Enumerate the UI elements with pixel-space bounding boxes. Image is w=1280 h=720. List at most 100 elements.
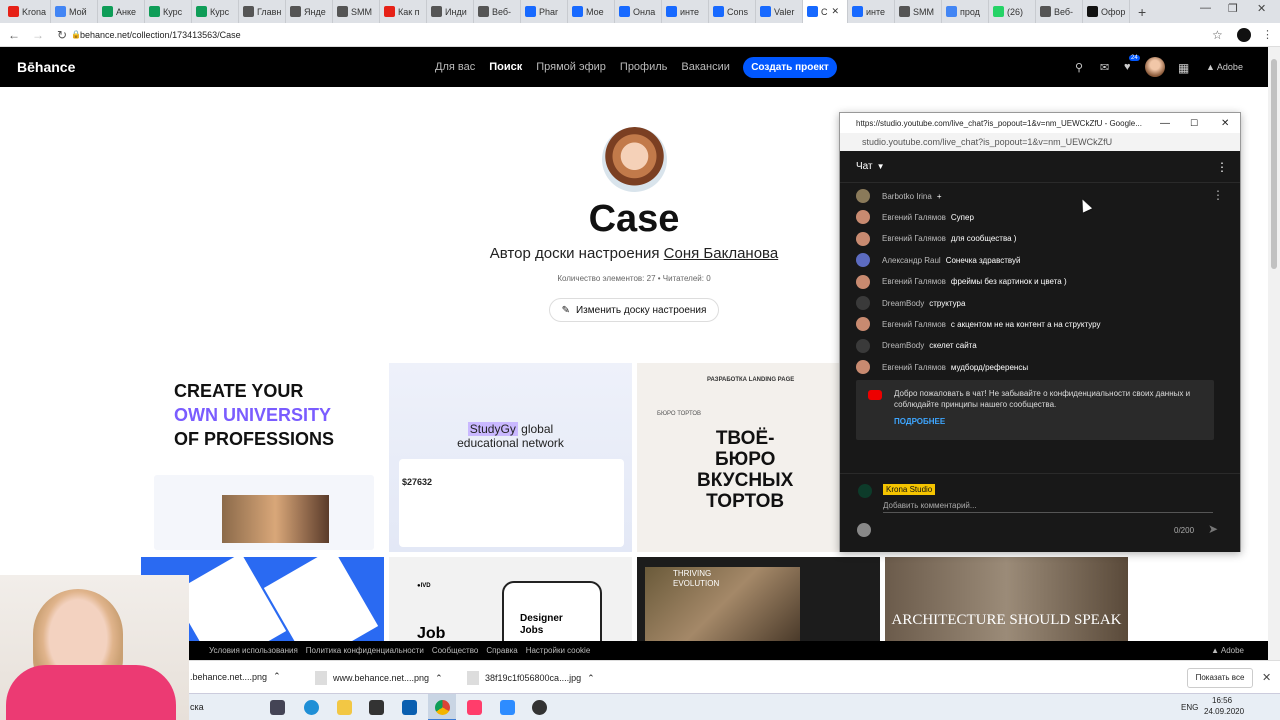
chat-author-name[interactable]: Евгений Галямов bbox=[882, 320, 946, 329]
chat-author-name[interactable]: Евгений Галямов bbox=[882, 213, 946, 222]
browser-tab[interactable]: Анке bbox=[98, 0, 145, 23]
chat-author-avatar[interactable] bbox=[856, 253, 870, 268]
nav-live[interactable]: Прямой эфир bbox=[536, 61, 606, 73]
close-tab-icon[interactable]: ✕ bbox=[832, 6, 840, 17]
chat-author-avatar[interactable] bbox=[856, 317, 870, 332]
nav-search[interactable]: Поиск bbox=[489, 61, 522, 73]
browser-tab[interactable]: SMM bbox=[895, 0, 942, 23]
nav-for-you[interactable]: Для вас bbox=[435, 61, 475, 73]
profile-icon[interactable] bbox=[1237, 27, 1251, 42]
restore-window-icon[interactable]: ❐ bbox=[1228, 2, 1238, 15]
store-icon[interactable] bbox=[369, 700, 384, 715]
browser-tab[interactable]: Krona bbox=[4, 0, 51, 23]
chat-author-name[interactable]: Barbotko Irina bbox=[882, 192, 932, 201]
chat-author-name[interactable]: Евгений Галямов bbox=[882, 234, 946, 243]
project-card-university[interactable]: CREATE YOUR OWN UNIVERSITY OF PROFESSION… bbox=[141, 363, 384, 552]
chat-message[interactable]: DreamBody скелет сайта bbox=[856, 338, 977, 353]
scrollbar-thumb[interactable] bbox=[1271, 59, 1277, 269]
show-all-downloads-button[interactable]: Показать все bbox=[1187, 668, 1253, 688]
nav-profile[interactable]: Профиль bbox=[620, 61, 668, 73]
chat-message[interactable]: Barbotko Irina + bbox=[856, 189, 941, 203]
bell-icon[interactable]: ♥ bbox=[1124, 61, 1131, 73]
mail-app-icon[interactable] bbox=[402, 700, 417, 715]
chat-mode-label[interactable]: Чат bbox=[856, 161, 873, 172]
browser-tab[interactable]: Главн bbox=[239, 0, 286, 23]
comment-input[interactable]: Добавить комментарий... bbox=[883, 501, 1213, 513]
browser-tab[interactable]: Офор bbox=[1083, 0, 1130, 23]
browser-tab[interactable]: Курс bbox=[145, 0, 192, 23]
explorer-icon[interactable] bbox=[337, 700, 352, 715]
browser-tab[interactable]: Инди bbox=[427, 0, 474, 23]
browser-tab[interactable]: Cons bbox=[709, 0, 756, 23]
apps-grid-icon[interactable]: ▦ bbox=[1178, 61, 1189, 75]
chat-message[interactable]: Евгений Галямов Супер bbox=[856, 210, 974, 225]
browser-tab[interactable]: C ✕ bbox=[803, 0, 848, 23]
chat-close-icon[interactable]: ✕ bbox=[1221, 118, 1229, 129]
language-indicator[interactable]: ENG bbox=[1181, 703, 1198, 712]
chat-message[interactable]: Евгений Галямов мудборд/референсы bbox=[856, 360, 1028, 375]
chat-author-name[interactable]: Александр Raul bbox=[882, 256, 941, 265]
browser-tab[interactable]: прод bbox=[942, 0, 989, 23]
project-card-cakes[interactable]: РАЗРАБОТКА LANDING PAGE БЮРО ТОРТОВ ТВОЁ… bbox=[637, 363, 839, 552]
chat-minimize-icon[interactable]: — bbox=[1160, 118, 1170, 129]
project-card-designer-jobs[interactable]: ●IVD Designer Jobs Job bbox=[389, 557, 632, 641]
footer-help[interactable]: Справка bbox=[486, 646, 517, 655]
browser-tab[interactable]: Веб- bbox=[474, 0, 521, 23]
browser-tab[interactable]: Мое bbox=[568, 0, 615, 23]
chrome-taskbar-button[interactable] bbox=[428, 694, 456, 720]
clock-date[interactable]: 24.09.2020 bbox=[1204, 707, 1244, 716]
adobe-link[interactable]: ▲ Adobe bbox=[1206, 62, 1243, 72]
browser-tab[interactable]: Phar bbox=[521, 0, 568, 23]
download-item[interactable]: 38f19c1f056800ca....jpg ⌃ bbox=[467, 671, 595, 685]
emoji-icon[interactable] bbox=[857, 523, 871, 537]
browser-tab[interactable]: Valer bbox=[756, 0, 803, 23]
chat-author-avatar[interactable] bbox=[856, 231, 870, 246]
chat-message[interactable]: Евгений Галямов фреймы без картинок и цве… bbox=[856, 274, 1067, 289]
chat-author-avatar[interactable] bbox=[856, 296, 870, 310]
footer-adobe[interactable]: ▲ Adobe bbox=[1211, 646, 1244, 655]
browser-tab[interactable]: Мой bbox=[51, 0, 98, 23]
footer-terms[interactable]: Условия использования bbox=[209, 646, 298, 655]
page-scrollbar[interactable] bbox=[1268, 47, 1280, 660]
chat-author-avatar[interactable] bbox=[856, 360, 870, 375]
nav-jobs[interactable]: Вакансии bbox=[681, 61, 730, 73]
chat-maximize-icon[interactable]: ☐ bbox=[1190, 118, 1198, 129]
browser-tab[interactable]: инте bbox=[848, 0, 895, 23]
forward-icon[interactable]: → bbox=[28, 28, 48, 42]
chevron-up-icon[interactable]: ⌃ bbox=[587, 673, 595, 684]
chat-author-avatar[interactable] bbox=[856, 210, 870, 225]
menu-icon[interactable]: ⋮ bbox=[1262, 28, 1273, 41]
chevron-down-icon[interactable]: ▼ bbox=[877, 162, 885, 171]
url-field[interactable]: behance.net/collection/173413563/Case bbox=[80, 30, 241, 40]
chevron-up-icon[interactable]: ⌃ bbox=[435, 673, 443, 684]
task-view-icon[interactable] bbox=[270, 700, 285, 715]
project-card-studygy[interactable]: StudyGy global educational network $2763… bbox=[389, 363, 632, 552]
chat-message[interactable]: DreamBody структура bbox=[856, 296, 965, 310]
message-more-icon[interactable]: ⋮ bbox=[1212, 188, 1224, 202]
browser-tab[interactable]: инте bbox=[662, 0, 709, 23]
download-item[interactable]: www.behance.net....png ⌃ bbox=[315, 671, 443, 685]
minimize-window-icon[interactable]: — bbox=[1200, 2, 1211, 14]
edit-moodboard-button[interactable]: ✎ Изменить доску настроения bbox=[549, 298, 719, 322]
chat-author-avatar[interactable] bbox=[856, 274, 870, 289]
chat-author-name[interactable]: Евгений Галямов bbox=[882, 277, 946, 286]
chat-more-icon[interactable]: ⋮ bbox=[1216, 160, 1228, 174]
browser-tab[interactable]: Курс bbox=[192, 0, 239, 23]
browser-tab[interactable]: (26) bbox=[989, 0, 1036, 23]
send-icon[interactable]: ➤ bbox=[1208, 522, 1218, 536]
chat-author-avatar[interactable] bbox=[856, 189, 870, 203]
browser-tab[interactable]: Как п bbox=[380, 0, 427, 23]
user-avatar[interactable] bbox=[1145, 57, 1165, 77]
browser-tab[interactable]: Веб- bbox=[1036, 0, 1083, 23]
new-tab-icon[interactable]: + bbox=[1130, 4, 1154, 20]
browser-tab[interactable]: Онла bbox=[615, 0, 662, 23]
clock-time[interactable]: 16:56 bbox=[1212, 696, 1232, 705]
bookmark-star-icon[interactable]: ☆ bbox=[1212, 28, 1223, 42]
chat-header[interactable]: Чат ▼ ⋮ bbox=[840, 151, 1240, 183]
footer-community[interactable]: Сообщество bbox=[432, 646, 478, 655]
footer-cookies[interactable]: Настройки cookie bbox=[526, 646, 591, 655]
close-downloads-icon[interactable]: ✕ bbox=[1262, 671, 1271, 684]
browser-tab[interactable]: Янде bbox=[286, 0, 333, 23]
chat-author-name[interactable]: DreamBody bbox=[882, 299, 924, 308]
project-card-architecture[interactable]: ARCHITECTURE SHOULD SPEAK bbox=[885, 557, 1128, 641]
